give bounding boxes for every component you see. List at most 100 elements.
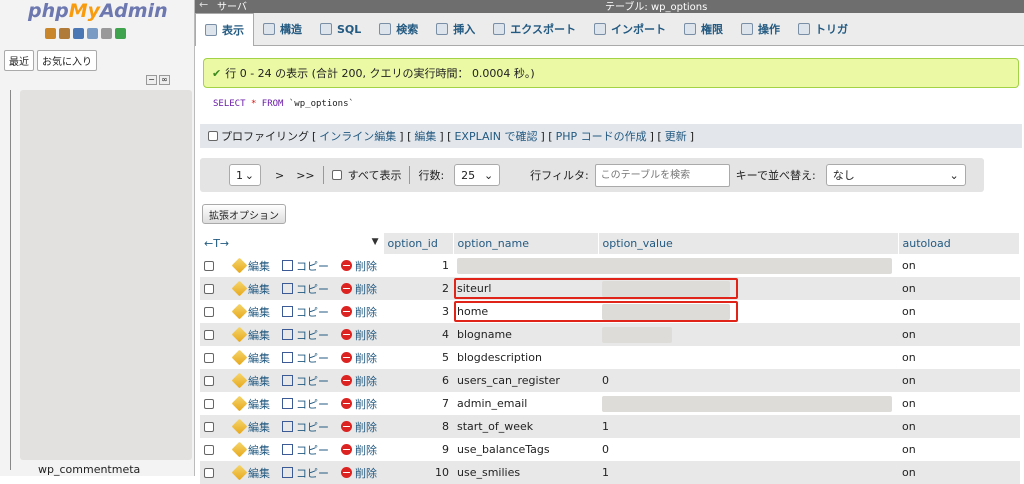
sql-query[interactable]: SELECT * FROM `wp_options` <box>213 99 354 109</box>
row-checkbox[interactable] <box>204 329 214 340</box>
cell-option-value[interactable]: 0 <box>598 369 898 392</box>
tab-import[interactable]: インポート <box>585 13 675 45</box>
edit-link[interactable]: 編集 <box>248 281 270 297</box>
row-checkbox[interactable] <box>204 467 214 478</box>
cell-option-name[interactable]: use_smilies <box>453 461 598 484</box>
row-checkbox[interactable] <box>204 444 214 455</box>
delete-link[interactable]: 削除 <box>355 258 377 274</box>
edit-link[interactable]: 編集 <box>248 373 270 389</box>
extended-options-button[interactable]: 拡張オプション <box>202 204 286 224</box>
cell-option-id[interactable]: 3 <box>383 300 453 323</box>
inline-edit-link[interactable]: インライン編集 <box>319 128 396 144</box>
copy-link[interactable]: コピー <box>296 304 329 320</box>
recent-tab[interactable]: 最近 <box>4 50 34 71</box>
cell-option-id[interactable]: 4 <box>383 323 453 346</box>
cell-autoload[interactable]: on <box>898 300 1020 323</box>
docs-icon[interactable] <box>87 28 98 39</box>
table-row[interactable]: 編集 コピー 削除 1 on <box>200 254 1020 277</box>
cell-autoload[interactable]: on <box>898 415 1020 438</box>
copy-link[interactable]: コピー <box>296 465 329 481</box>
cell-autoload[interactable]: on <box>898 277 1020 300</box>
edit-link[interactable]: 編集 <box>248 419 270 435</box>
cell-option-name[interactable]: use_balanceTags <box>453 438 598 461</box>
last-button[interactable]: >> <box>296 169 314 182</box>
help-icon[interactable] <box>73 28 84 39</box>
table-row[interactable]: 編集 コピー 削除 5 blogdescription on <box>200 346 1020 369</box>
tab-operations[interactable]: 操作 <box>732 13 789 45</box>
profiling-checkbox[interactable] <box>208 131 218 141</box>
cell-option-value[interactable]: 1 <box>598 415 898 438</box>
copy-link[interactable]: コピー <box>296 373 329 389</box>
sort-select[interactable]: なし ⌄ <box>825 164 966 186</box>
cell-autoload[interactable]: on <box>898 461 1020 484</box>
cell-option-name[interactable]: admin_email <box>453 392 598 415</box>
table-row[interactable]: 編集 コピー 削除 7 admin_email on <box>200 392 1020 415</box>
column-arrows-header[interactable]: ←T→ ▼ <box>200 233 384 254</box>
cell-option-id[interactable]: 8 <box>383 415 453 438</box>
database-tree[interactable] <box>20 90 192 460</box>
back-arrow-icon[interactable]: ← <box>199 0 208 11</box>
cell-option-value[interactable] <box>598 323 898 346</box>
row-checkbox[interactable] <box>204 260 214 271</box>
tab-search[interactable]: 検索 <box>370 13 427 45</box>
edit-link[interactable]: 編集 <box>248 258 270 274</box>
cell-autoload[interactable]: on <box>898 254 1020 277</box>
cell-option-id[interactable]: 6 <box>383 369 453 392</box>
delete-link[interactable]: 削除 <box>355 396 377 412</box>
delete-link[interactable]: 削除 <box>355 327 377 343</box>
column-autoload[interactable]: autoload <box>898 233 1020 254</box>
table-row[interactable]: 編集 コピー 削除 9 use_balanceTags 0 on <box>200 438 1020 461</box>
copy-link[interactable]: コピー <box>296 327 329 343</box>
edit-link[interactable]: 編集 <box>248 396 270 412</box>
cell-option-value[interactable] <box>598 346 898 369</box>
favorites-tab[interactable]: お気に入り <box>37 50 97 71</box>
cell-autoload[interactable]: on <box>898 392 1020 415</box>
tab-insert[interactable]: 挿入 <box>427 13 484 45</box>
cell-autoload[interactable]: on <box>898 346 1020 369</box>
tab-sql[interactable]: SQL <box>311 13 370 45</box>
delete-link[interactable]: 削除 <box>355 304 377 320</box>
cell-option-name[interactable] <box>453 254 898 277</box>
cell-option-name[interactable]: blogdescription <box>453 346 598 369</box>
tab-structure[interactable]: 構造 <box>254 13 311 45</box>
edit-link[interactable]: 編集 <box>248 350 270 366</box>
sort-caret-icon[interactable]: ▼ <box>372 237 379 247</box>
settings-icon[interactable] <box>101 28 112 39</box>
delete-link[interactable]: 削除 <box>355 350 377 366</box>
create-php-code-link[interactable]: PHP コードの作成 <box>556 128 647 144</box>
edit-link[interactable]: 編集 <box>248 327 270 343</box>
copy-link[interactable]: コピー <box>296 258 329 274</box>
copy-link[interactable]: コピー <box>296 419 329 435</box>
delete-link[interactable]: 削除 <box>355 281 377 297</box>
home-icon[interactable] <box>45 28 56 39</box>
table-row[interactable]: 編集 コピー 削除 8 start_of_week 1 on <box>200 415 1020 438</box>
table-row[interactable]: 編集 コピー 削除 10 use_smilies 1 on <box>200 461 1020 484</box>
copy-link[interactable]: コピー <box>296 442 329 458</box>
cell-option-name[interactable]: start_of_week <box>453 415 598 438</box>
cell-option-name[interactable]: blogname <box>453 323 598 346</box>
cell-autoload[interactable]: on <box>898 438 1020 461</box>
tree-item-wp-commentmeta[interactable]: wp_commentmeta <box>38 463 140 476</box>
delete-link[interactable]: 削除 <box>355 465 377 481</box>
row-checkbox[interactable] <box>204 375 214 386</box>
show-all-checkbox[interactable] <box>331 170 342 180</box>
collapse-all-icon[interactable]: − <box>146 75 157 85</box>
page-select[interactable]: 1 ⌄ <box>229 164 261 186</box>
edit-link[interactable]: 編集 <box>248 442 270 458</box>
column-option-name[interactable]: option_name <box>453 233 599 254</box>
column-option-value[interactable]: option_value <box>598 233 899 254</box>
table-row[interactable]: 編集 コピー 削除 6 users_can_register 0 on <box>200 369 1020 392</box>
link-icon[interactable]: ∞ <box>159 75 170 85</box>
cell-option-id[interactable]: 5 <box>383 346 453 369</box>
reload-icon[interactable] <box>115 28 126 39</box>
cell-autoload[interactable]: on <box>898 369 1020 392</box>
cell-option-id[interactable]: 1 <box>383 254 453 277</box>
rows-select[interactable]: 25 ⌄ <box>454 164 501 186</box>
edit-link[interactable]: 編集 <box>414 128 436 144</box>
edit-link[interactable]: 編集 <box>248 465 270 481</box>
cell-option-value[interactable]: 0 <box>598 438 898 461</box>
table-row[interactable]: 編集 コピー 削除 4 blogname on <box>200 323 1020 346</box>
delete-link[interactable]: 削除 <box>355 442 377 458</box>
cell-autoload[interactable]: on <box>898 323 1020 346</box>
cell-option-value[interactable]: 1 <box>598 461 898 484</box>
